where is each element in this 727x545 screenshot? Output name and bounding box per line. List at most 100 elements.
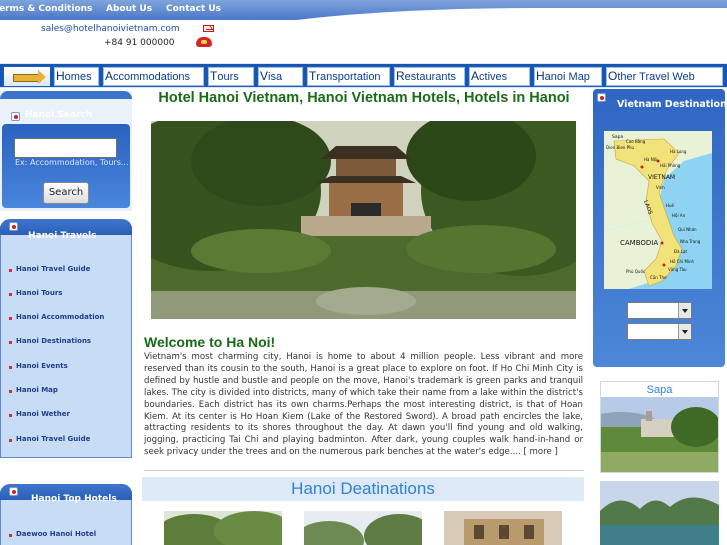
bullet-icon bbox=[9, 390, 12, 393]
search-input[interactable] bbox=[14, 138, 117, 158]
travels-item-destinations[interactable]: Hanoi Destinations bbox=[16, 337, 91, 345]
map-label: Cao Bằng bbox=[626, 139, 646, 144]
about-link[interactable]: About Us bbox=[106, 4, 152, 14]
travels-item-map[interactable]: Hanoi Map bbox=[16, 386, 58, 394]
search-title-icon bbox=[11, 112, 20, 121]
nav-accommodations[interactable]: Accommodations bbox=[102, 66, 205, 87]
nav-initial: A bbox=[105, 69, 114, 83]
nav-label: estaurants bbox=[404, 71, 457, 83]
nav-label: ccommodations bbox=[113, 71, 191, 83]
nav-initial: R bbox=[396, 69, 405, 83]
map-label: Cần Thơ bbox=[650, 275, 667, 280]
bullet-icon bbox=[9, 293, 12, 296]
travels-title: Hanoi Travels bbox=[28, 231, 97, 241]
intro-text: Vietnam's most charming city, Hanoi is h… bbox=[144, 352, 583, 459]
map-label: Hải Phòng bbox=[660, 163, 681, 168]
map-label: Qui Nhơn bbox=[678, 227, 697, 232]
map-label: Vũng Tàu bbox=[668, 267, 687, 272]
search-box-top bbox=[0, 91, 132, 99]
main-nav: Homes Accommodations Tours Visa Transpor… bbox=[0, 63, 727, 88]
nav-transportation[interactable]: Transportation bbox=[306, 66, 391, 87]
terms-link[interactable]: Terms & Conditions bbox=[0, 4, 92, 14]
search-hint: Ex: Accommodation, Tours... bbox=[15, 158, 129, 167]
destinations-panel-title: Vietnam Destinations bbox=[617, 99, 727, 110]
intro-body: Vietnam's most charming city, Hanoi is h… bbox=[144, 352, 583, 458]
nav-label: anoi Map bbox=[544, 71, 590, 83]
travels-title-icon bbox=[9, 222, 18, 231]
destination-thumb-3[interactable] bbox=[444, 511, 562, 545]
page-title: Hotel Hanoi Vietnam, Hanoi Vietnam Hotel… bbox=[158, 90, 570, 106]
destination-select-2[interactable] bbox=[627, 323, 692, 340]
nav-label: isa bbox=[268, 71, 283, 83]
vietnam-map[interactable]: Sapa Cao Bằng Dien Bien Phu Ha Long Hà N… bbox=[604, 131, 712, 289]
more-link[interactable]: [ more ] bbox=[523, 447, 557, 457]
travels-item-tours[interactable]: Hanoi Tours bbox=[16, 289, 62, 297]
travels-item-guide[interactable]: Hanoi Travel Guide bbox=[16, 265, 90, 273]
map-label: VIETNAM bbox=[648, 174, 675, 181]
map-label: Đà Lạt bbox=[674, 249, 688, 254]
nav-initial: H bbox=[536, 69, 545, 83]
sapa-title[interactable]: Sapa bbox=[600, 384, 719, 396]
nav-tours[interactable]: Tours bbox=[207, 66, 255, 87]
nav-label: omes bbox=[64, 71, 92, 83]
welcome-heading: Welcome to Ha Noi! bbox=[144, 334, 276, 350]
nav-visa[interactable]: Visa bbox=[257, 66, 304, 87]
chevron-down-icon bbox=[678, 303, 691, 318]
bullet-icon bbox=[9, 269, 12, 272]
bullet-icon bbox=[9, 341, 12, 344]
site-header: Terms & Conditions About Us Contact Us s… bbox=[0, 0, 727, 62]
map-label: CAMBODIA bbox=[620, 239, 658, 247]
nav-label: ctives bbox=[479, 71, 508, 83]
sapa-photo[interactable] bbox=[601, 397, 718, 472]
destination-select-1[interactable] bbox=[627, 302, 692, 319]
phone-number: +84 91 000000 bbox=[104, 38, 175, 48]
destination-thumb-1[interactable] bbox=[164, 511, 282, 545]
mail-icon bbox=[203, 25, 214, 32]
map-label: Ha Long bbox=[670, 149, 687, 154]
nav-other-travel-web[interactable]: Other Travel Web bbox=[605, 66, 724, 87]
map-label: Hội An bbox=[672, 213, 686, 218]
map-label: Dien Bien Phu bbox=[606, 145, 635, 150]
map-label: Phú Quốc bbox=[626, 269, 645, 274]
bullet-icon bbox=[9, 414, 12, 417]
bullet-icon bbox=[9, 317, 12, 320]
map-label: Nha Trang bbox=[680, 239, 701, 244]
destinations-title: Hanoi Deatinations bbox=[291, 479, 435, 498]
nav-initial: V bbox=[260, 69, 269, 83]
hotels-title-icon bbox=[9, 487, 18, 496]
travels-item-wether[interactable]: Hanoi Wether bbox=[16, 410, 70, 418]
bullet-icon bbox=[9, 366, 12, 369]
nav-label: ransportation bbox=[316, 71, 381, 83]
nav-label: ther Travel Web bbox=[617, 71, 695, 83]
map-label: Sapa bbox=[612, 134, 623, 140]
nav-hanoi-map[interactable]: Hanoi Map bbox=[533, 66, 603, 87]
hotels-item-daewoo[interactable]: Daewoo Hanoi Hotel bbox=[16, 530, 96, 538]
nav-initial: A bbox=[471, 69, 480, 83]
travels-item-guide-2[interactable]: Hanoi Travel Guide bbox=[16, 435, 90, 443]
nav-arrow-icon bbox=[3, 66, 51, 87]
chevron-down-icon bbox=[678, 324, 691, 339]
hotels-title: Hanoi Top Hotels bbox=[31, 494, 117, 504]
bullet-icon bbox=[9, 534, 12, 537]
nav-label: ours bbox=[217, 71, 239, 83]
search-button[interactable]: Search bbox=[43, 182, 89, 204]
email-link[interactable]: sales@hotelhanoivietnam.com bbox=[41, 24, 180, 34]
contact-link[interactable]: Contact Us bbox=[166, 4, 221, 14]
temple-photo bbox=[151, 121, 576, 319]
phone-icon bbox=[196, 37, 212, 47]
map-label: Huế bbox=[666, 203, 675, 208]
halong-photo[interactable] bbox=[600, 481, 719, 545]
nav-initial: O bbox=[608, 69, 618, 83]
nav-restaurants[interactable]: Restaurants bbox=[393, 66, 466, 87]
nav-initial: H bbox=[56, 69, 65, 83]
search-title: Hanoi Search bbox=[25, 110, 93, 120]
nav-homes[interactable]: Homes bbox=[53, 66, 100, 87]
destination-thumb-2[interactable] bbox=[304, 511, 422, 545]
travels-item-accommodation[interactable]: Hanoi Accommodation bbox=[16, 313, 104, 321]
divider bbox=[144, 470, 584, 471]
bullet-icon bbox=[9, 439, 12, 442]
travels-item-events[interactable]: Hanoi Events bbox=[16, 362, 68, 370]
nav-actives[interactable]: Actives bbox=[468, 66, 531, 87]
map-label: Hà Nội bbox=[644, 157, 657, 162]
destinations-title-icon bbox=[597, 93, 606, 102]
